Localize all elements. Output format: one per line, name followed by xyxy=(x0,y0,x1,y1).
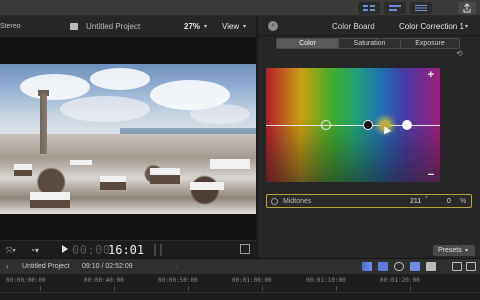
rooftop xyxy=(30,192,70,200)
color-board-title: Color Board xyxy=(332,22,375,31)
ruler-label: 00:01:00:00 xyxy=(232,277,272,284)
midtones-hue-field[interactable]: 211 xyxy=(410,198,421,205)
speed-tool-icon[interactable]: ◔▾ xyxy=(30,246,39,255)
cloud xyxy=(60,96,150,122)
fullscreen-icon[interactable] xyxy=(240,244,250,254)
viewer[interactable] xyxy=(0,38,256,240)
ruler-tick xyxy=(336,286,337,291)
cloud xyxy=(20,74,90,100)
back-icon[interactable]: ‹ xyxy=(268,21,278,31)
transitions-browser-icon[interactable] xyxy=(466,262,476,271)
share-icon xyxy=(463,3,471,13)
house-wall xyxy=(14,170,32,176)
transport-bar: ⤧▾ ◔▾ 00:00 16:01 xyxy=(0,240,256,258)
timeline-duration: 09:10 / 02:52:09 xyxy=(82,263,133,270)
inspector-header: ‹ Color Board Color Correction 1 ▾ xyxy=(258,16,480,36)
tab-exposure[interactable]: Exposure xyxy=(401,39,459,48)
ruler-label: 00:00:00:00 xyxy=(6,277,46,284)
tab-saturation[interactable]: Saturation xyxy=(339,39,400,48)
timeline-forward-icon[interactable]: › xyxy=(176,262,179,271)
inspector-view-button[interactable] xyxy=(410,2,432,14)
house-wall xyxy=(30,200,70,208)
color-board[interactable]: + − xyxy=(266,68,440,182)
audio-skimming-icon[interactable] xyxy=(362,262,372,271)
plus-icon: + xyxy=(427,69,434,81)
rooftop xyxy=(190,182,224,190)
color-board-tabs: Color Saturation Exposure xyxy=(276,38,460,49)
hue-unit: ° xyxy=(425,196,428,203)
tab-color[interactable]: Color xyxy=(277,39,338,48)
view-menu[interactable]: View xyxy=(222,22,239,31)
project-title: Untitled Project xyxy=(86,22,141,31)
global-puck[interactable] xyxy=(321,120,331,130)
midtones-label: Midtones xyxy=(283,198,312,205)
clip-appearance-icon[interactable] xyxy=(426,262,436,271)
sliders-icon xyxy=(415,5,427,11)
library-view-button[interactable] xyxy=(358,2,380,14)
house-wall xyxy=(150,175,180,184)
ruler-tick xyxy=(114,286,115,291)
chevron-down-icon: ▾ xyxy=(243,24,247,30)
midtones-row: Midtones 211 ° 0 % xyxy=(266,194,472,208)
monument-tower xyxy=(40,94,47,154)
cloud xyxy=(190,104,250,124)
ruler-label: 00:01:20:00 xyxy=(380,277,420,284)
ruler-label: 00:00:40:00 xyxy=(84,277,124,284)
ruler-tick xyxy=(262,286,263,291)
shadows-puck[interactable] xyxy=(363,120,373,130)
snapping-icon[interactable] xyxy=(410,262,420,271)
ruler-label: 00:00:50:00 xyxy=(158,277,198,284)
chevron-down-icon: ▾ xyxy=(465,24,469,30)
play-icon[interactable] xyxy=(62,245,68,253)
ruler-baseline xyxy=(0,292,480,293)
ruler-label: 00:01:10:00 xyxy=(306,277,346,284)
share-button[interactable] xyxy=(458,2,476,14)
presets-label: Presets xyxy=(438,247,462,254)
audio-channel-label: Stereo xyxy=(0,23,21,30)
effects-browser-icon[interactable] xyxy=(452,262,462,271)
chevron-down-icon: ▾ xyxy=(465,248,469,254)
grid-icon xyxy=(363,5,375,11)
minus-icon: − xyxy=(427,169,434,181)
timeline-icon xyxy=(389,5,401,11)
ruler-tick xyxy=(410,286,411,291)
audio-meter-icon xyxy=(154,244,162,256)
presets-button[interactable]: Presets ▾ xyxy=(433,245,475,256)
midtones-puck-icon xyxy=(271,198,278,205)
neutral-line xyxy=(266,125,440,126)
ruler-tick xyxy=(40,286,41,291)
solo-icon[interactable] xyxy=(378,262,388,271)
rooftop xyxy=(210,159,250,169)
timeline-view-button[interactable] xyxy=(384,2,406,14)
timecode-display[interactable]: 16:01 xyxy=(108,243,144,257)
top-toolbar xyxy=(0,0,480,16)
timeline-header: ‹ Untitled Project 09:10 / 02:52:09 › xyxy=(0,258,480,274)
midtones-amount-field[interactable]: 0 xyxy=(447,198,451,205)
chevron-down-icon: ▾ xyxy=(204,24,208,30)
zoom-level-menu[interactable]: 27% xyxy=(184,22,200,31)
cloud xyxy=(90,68,150,90)
timeline-project-name: Untitled Project xyxy=(22,263,70,270)
timecode-leading: 00:00 xyxy=(72,243,111,257)
rooftop xyxy=(150,168,180,175)
rooftop xyxy=(70,160,92,165)
reset-icon[interactable]: ⟲ xyxy=(456,49,463,58)
house-wall xyxy=(100,182,126,190)
inspector-panel: ‹ Color Board Color Correction 1 ▾ Color… xyxy=(257,16,480,258)
amount-unit: % xyxy=(460,198,467,205)
viewer-header: Stereo Untitled Project 27% ▾ View ▾ xyxy=(0,16,256,38)
highlights-puck[interactable] xyxy=(402,120,412,130)
headphones-icon[interactable] xyxy=(394,262,404,271)
transform-tool-icon[interactable]: ⤧▾ xyxy=(6,246,16,256)
color-correction-menu[interactable]: Color Correction 1 xyxy=(399,22,464,31)
timeline-ruler[interactable]: 00:00:00:00 00:00:40:00 00:00:50:00 00:0… xyxy=(0,274,480,300)
timeline-back-icon[interactable]: ‹ xyxy=(6,262,9,271)
ruler-tick xyxy=(188,286,189,291)
film-icon xyxy=(70,23,78,30)
video-frame xyxy=(0,64,256,214)
